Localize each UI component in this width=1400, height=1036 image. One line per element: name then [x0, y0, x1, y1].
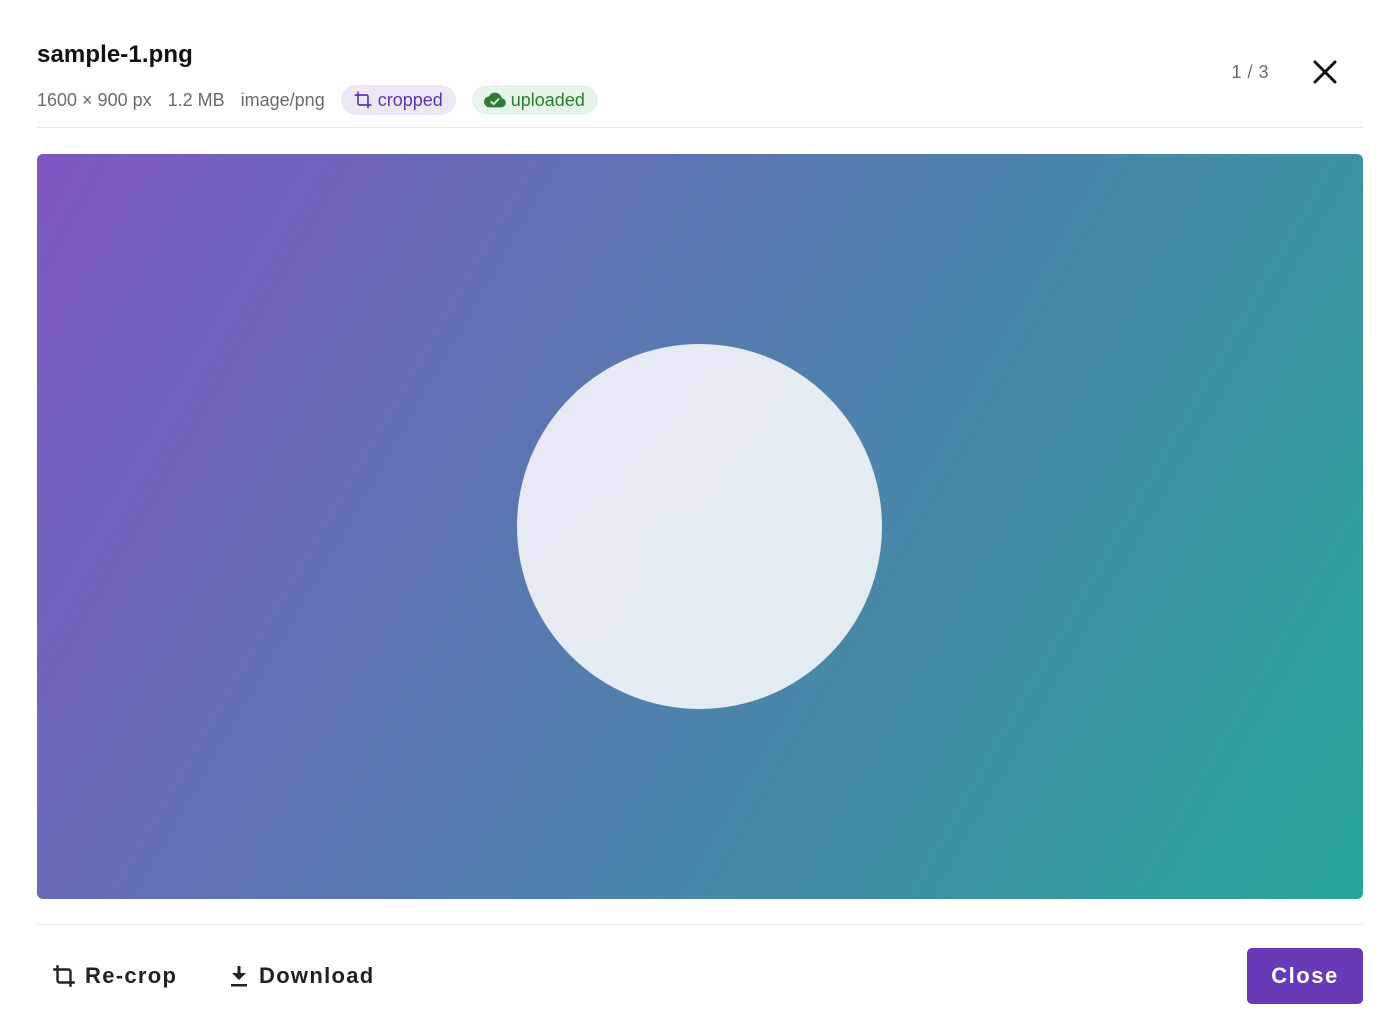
close-icon-button[interactable]: [1311, 58, 1339, 86]
dialog-header: sample-1.png 1600 × 900 px 1.2 MB image/…: [37, 40, 1363, 128]
image-dimensions: 1600 × 900 px: [37, 89, 152, 110]
file-meta: 1600 × 900 px 1.2 MB image/png cropped u…: [37, 84, 614, 116]
close-icon: [1313, 60, 1337, 84]
close-button[interactable]: Close: [1247, 948, 1363, 1004]
recrop-button[interactable]: Re-crop: [51, 961, 177, 991]
crop-icon: [53, 965, 75, 987]
image-preview-dialog: sample-1.png 1600 × 900 px 1.2 MB image/…: [0, 0, 1400, 1036]
download-icon: [231, 966, 247, 987]
cloud-done-icon: [483, 92, 506, 108]
cropped-badge-label: cropped: [377, 89, 443, 110]
file-name-title: sample-1.png: [37, 41, 193, 68]
uploaded-badge: uploaded: [471, 85, 598, 115]
download-button-label: Download: [259, 963, 375, 988]
crop-icon: [354, 91, 372, 109]
preview-circle-shape: [517, 344, 882, 709]
file-size: 1.2 MB: [167, 89, 225, 110]
image-counter: 1 / 3: [1231, 62, 1269, 82]
download-button[interactable]: Download: [227, 961, 375, 991]
uploaded-badge-label: uploaded: [510, 89, 585, 110]
dialog-footer: Re-crop Download Close: [37, 924, 1363, 1036]
image-preview: [37, 154, 1363, 899]
cropped-badge: cropped: [340, 85, 456, 115]
recrop-button-label: Re-crop: [85, 963, 178, 988]
mime-type: image/png: [240, 89, 325, 110]
